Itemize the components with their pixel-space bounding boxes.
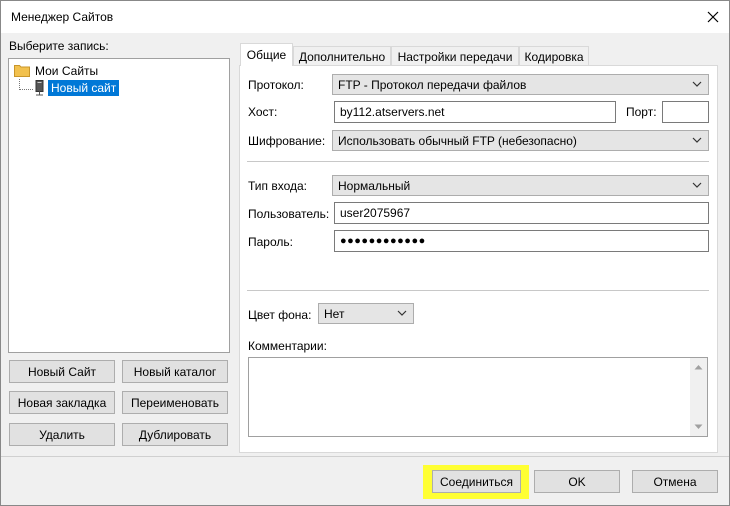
server-icon [35, 80, 44, 96]
connect-button[interactable]: Соединиться [432, 470, 521, 493]
ok-button[interactable]: OK [534, 470, 620, 493]
scroll-down-icon [694, 424, 703, 429]
host-label: Хост: [248, 105, 278, 119]
background-color-value: Нет [324, 306, 345, 321]
site-tree[interactable]: Мои Сайты Новый сайт [8, 58, 230, 353]
comments-scrollbar[interactable] [690, 358, 707, 436]
host-input[interactable]: by112.atservers.net [334, 101, 616, 123]
close-button[interactable] [697, 1, 729, 33]
scroll-up-icon [694, 365, 703, 370]
tab-charset[interactable]: Кодировка [519, 46, 589, 66]
logon-type-label: Тип входа: [248, 179, 307, 193]
separator [247, 161, 709, 162]
footer-separator [1, 456, 729, 457]
password-value: ●●●●●●●●●●●● [340, 235, 426, 247]
chevron-down-icon [397, 310, 407, 316]
separator [247, 290, 709, 291]
title-bar: Менеджер Сайтов [1, 1, 729, 33]
new-site-button[interactable]: Новый Сайт [9, 360, 115, 383]
background-color-label: Цвет фона: [248, 308, 312, 322]
tree-connector [19, 78, 33, 90]
encryption-label: Шифрование: [248, 134, 326, 148]
folder-icon [14, 65, 30, 77]
protocol-value: FTP - Протокол передачи файлов [338, 77, 527, 92]
encryption-select[interactable]: Использовать обычный FTP (небезопасно) [332, 130, 709, 151]
duplicate-button[interactable]: Дублировать [122, 423, 228, 446]
chevron-down-icon [692, 81, 702, 87]
new-folder-button[interactable]: Новый каталог [122, 360, 228, 383]
password-label: Пароль: [248, 235, 293, 249]
chevron-down-icon [692, 137, 702, 143]
encryption-value: Использовать обычный FTP (небезопасно) [338, 133, 577, 148]
rename-button[interactable]: Переименовать [122, 391, 228, 414]
comments-label: Комментарии: [248, 339, 327, 353]
chevron-down-icon [692, 182, 702, 188]
window-title: Менеджер Сайтов [11, 10, 114, 24]
tab-transfer-settings[interactable]: Настройки передачи [391, 46, 519, 66]
tree-item-new-site[interactable]: Новый сайт [19, 78, 120, 97]
port-label: Порт: [626, 105, 657, 119]
close-icon [707, 11, 719, 23]
user-label: Пользователь: [248, 207, 330, 221]
background-color-select[interactable]: Нет [318, 303, 414, 324]
logon-type-select[interactable]: Нормальный [332, 175, 709, 196]
user-value: user2075967 [340, 206, 411, 220]
port-input[interactable] [662, 101, 709, 123]
protocol-label: Протокол: [248, 78, 304, 92]
tree-item-label: Мои Сайты [35, 63, 99, 78]
host-value: by112.atservers.net [340, 105, 445, 119]
select-entry-label: Выберите запись: [9, 39, 109, 53]
tab-general[interactable]: Общие [240, 43, 293, 66]
tab-advanced[interactable]: Дополнительно [293, 46, 391, 66]
comments-textarea[interactable] [248, 357, 708, 437]
delete-button[interactable]: Удалить [9, 423, 115, 446]
tree-item-label-selected: Новый сайт [48, 80, 120, 96]
user-input[interactable]: user2075967 [334, 202, 709, 224]
tree-item-my-sites[interactable]: Мои Сайты [14, 62, 98, 79]
logon-type-value: Нормальный [338, 178, 411, 193]
new-bookmark-button[interactable]: Новая закладка [9, 391, 115, 414]
password-input[interactable]: ●●●●●●●●●●●● [334, 230, 709, 252]
cancel-button[interactable]: Отмена [632, 470, 718, 493]
site-manager-window: Менеджер Сайтов Выберите запись: Мои Сай… [0, 0, 730, 506]
protocol-select[interactable]: FTP - Протокол передачи файлов [332, 74, 709, 95]
